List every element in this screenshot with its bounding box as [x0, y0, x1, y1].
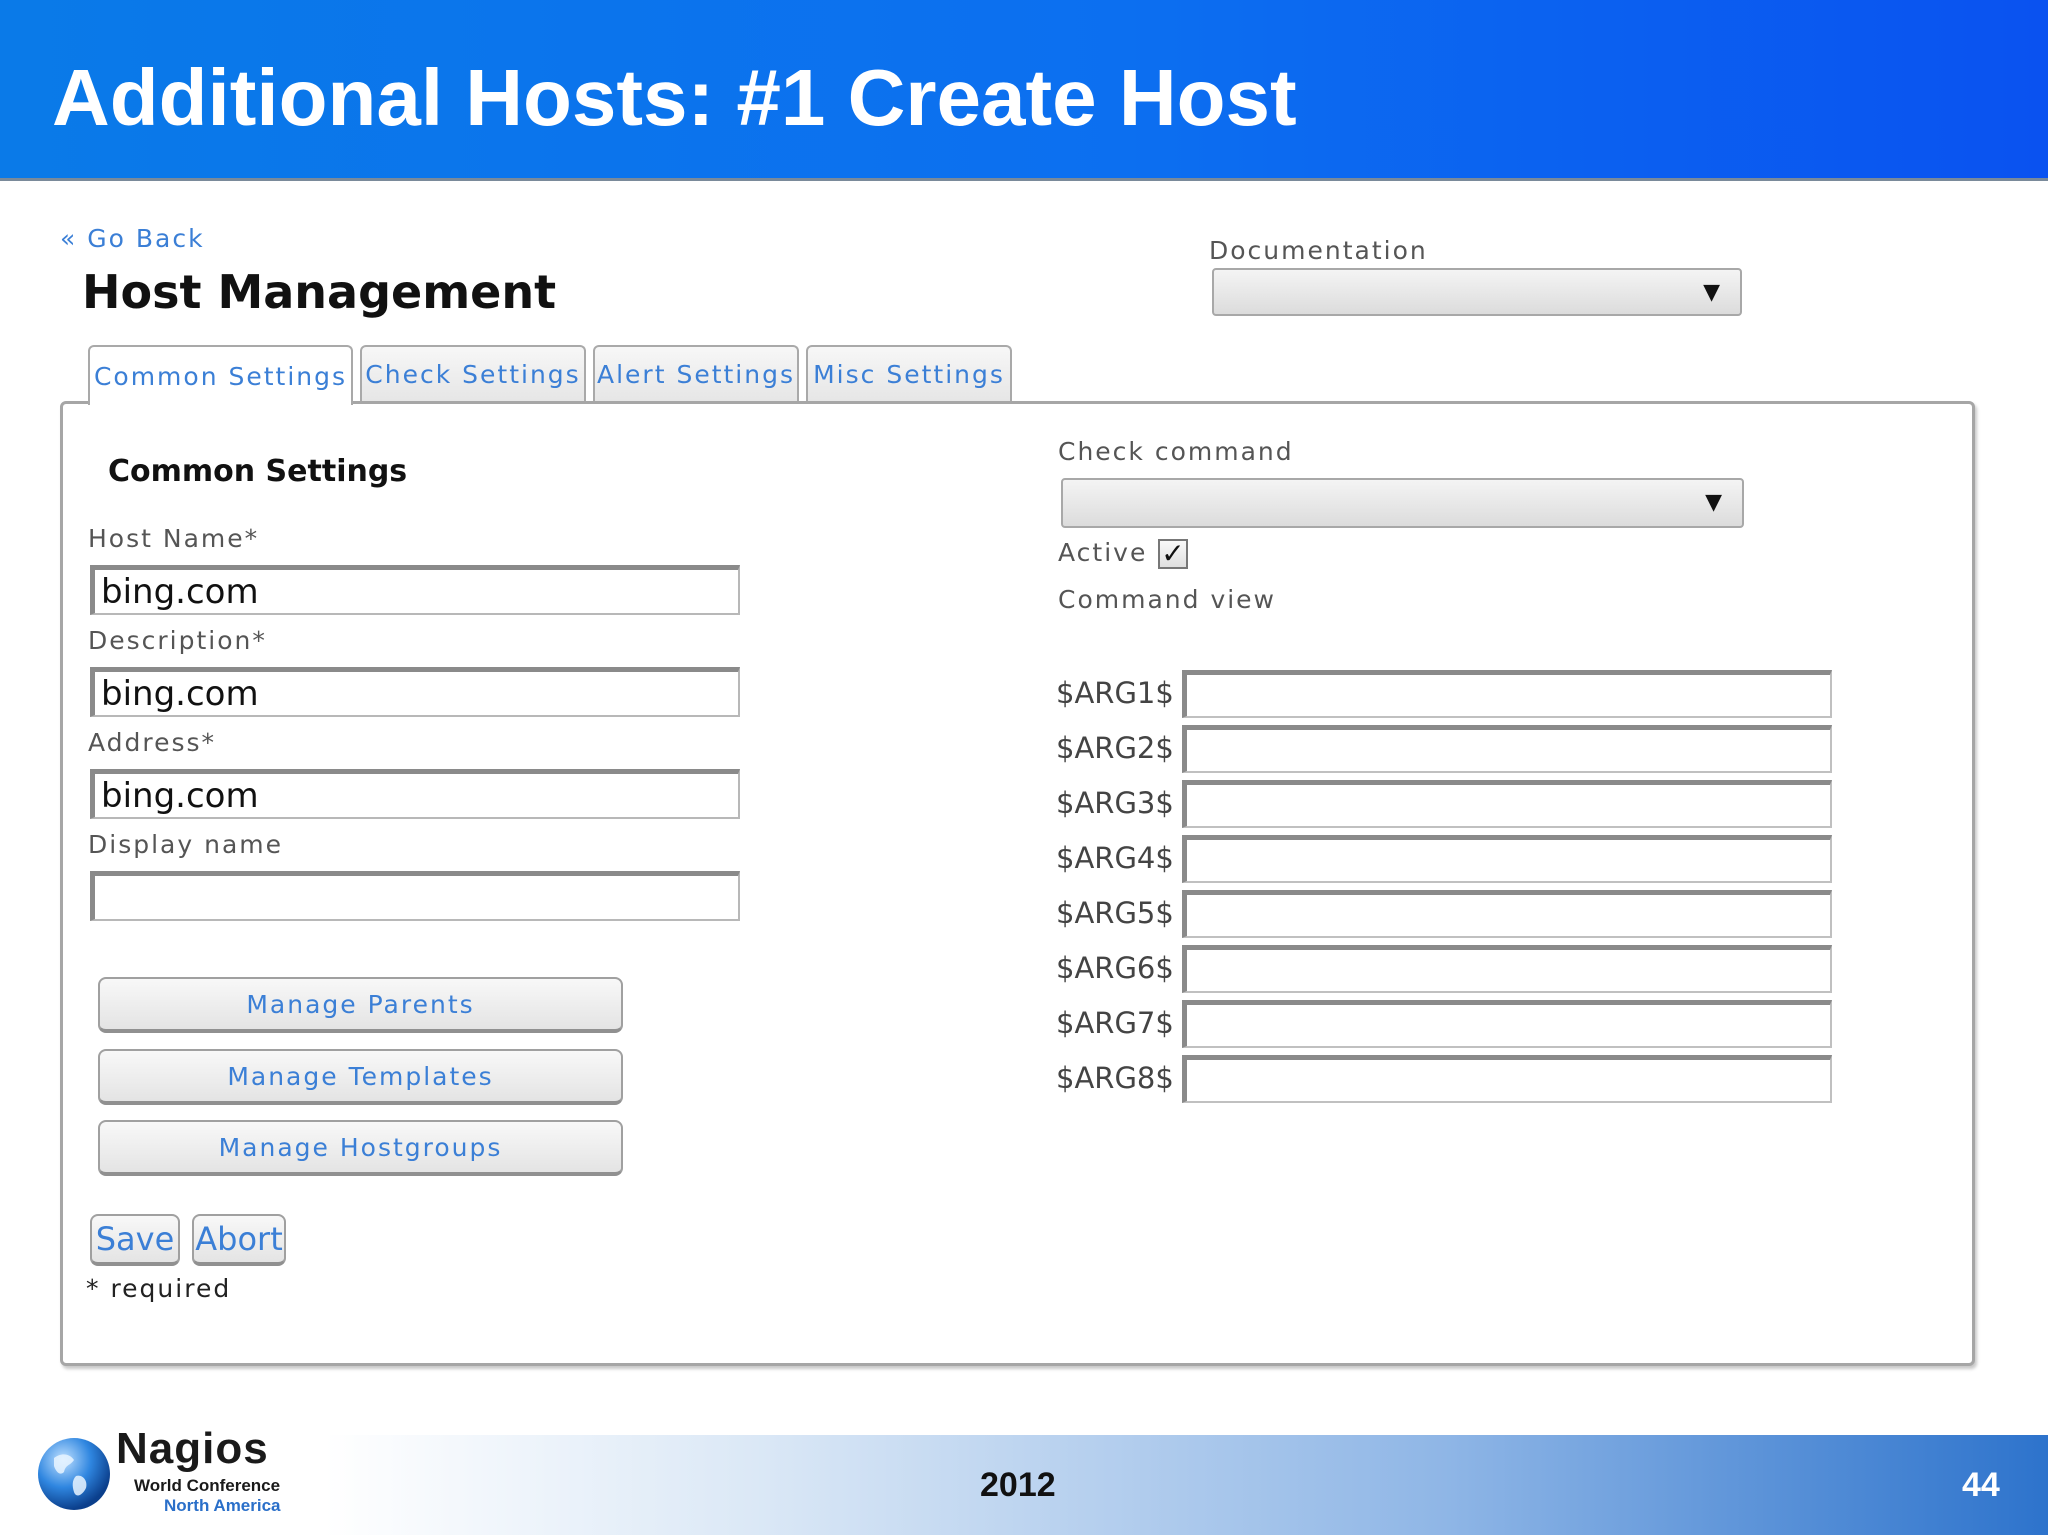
tab-label: Check Settings	[365, 359, 581, 389]
description-input[interactable]	[90, 667, 740, 717]
arg7-label: $ARG7$	[1056, 1006, 1174, 1040]
slide-header: Additional Hosts: #1 Create Host	[0, 0, 2048, 181]
arg2-label: $ARG2$	[1056, 731, 1174, 765]
footer-year: 2012	[980, 1466, 1056, 1504]
display-name-label: Display name	[88, 830, 283, 859]
address-label: Address*	[88, 728, 217, 757]
arg6-label: $ARG6$	[1056, 951, 1174, 985]
save-button[interactable]: Save	[90, 1214, 180, 1266]
globe-icon	[38, 1438, 110, 1510]
tab-misc-settings[interactable]: Misc Settings	[806, 345, 1012, 401]
host-name-label: Host Name*	[88, 524, 260, 553]
arg1-label: $ARG1$	[1056, 676, 1174, 710]
caret-down-icon: ▼	[1703, 280, 1720, 305]
go-back-link[interactable]: « Go Back	[60, 224, 205, 253]
tab-label: Common Settings	[93, 361, 348, 391]
footer-band	[325, 1435, 2048, 1535]
arg3-label: $ARG3$	[1056, 786, 1174, 820]
arg5-input[interactable]	[1182, 890, 1832, 938]
tab-label: Alert Settings	[597, 359, 795, 389]
arg1-input[interactable]	[1182, 670, 1832, 718]
logo-conference: World Conference	[134, 1476, 281, 1495]
active-checkbox[interactable]: ✓	[1158, 539, 1188, 569]
page-heading: Host Management	[82, 265, 557, 319]
documentation-select[interactable]: ▼	[1212, 268, 1742, 316]
arg8-input[interactable]	[1182, 1055, 1832, 1103]
caret-down-icon: ▼	[1705, 490, 1722, 515]
logo-region: North America	[164, 1496, 281, 1515]
tab-label: Misc Settings	[813, 359, 1005, 389]
active-label: Active	[1058, 538, 1148, 567]
host-name-input[interactable]	[90, 565, 740, 615]
slide-title: Additional Hosts: #1 Create Host	[52, 53, 1297, 142]
section-title: Common Settings	[108, 454, 408, 489]
arg5-label: $ARG5$	[1056, 896, 1174, 930]
display-name-input[interactable]	[90, 871, 740, 921]
address-input[interactable]	[90, 769, 740, 819]
arg4-input[interactable]	[1182, 835, 1832, 883]
abort-button[interactable]: Abort	[192, 1214, 286, 1266]
page-number: 44	[1962, 1466, 2000, 1504]
command-view-label: Command view	[1058, 585, 1277, 614]
tab-alert-settings[interactable]: Alert Settings	[593, 345, 799, 401]
tab-check-settings[interactable]: Check Settings	[360, 345, 586, 401]
documentation-label: Documentation	[1209, 236, 1428, 265]
arg6-input[interactable]	[1182, 945, 1832, 993]
manage-hostgroups-button[interactable]: Manage Hostgroups	[98, 1120, 623, 1176]
check-command-select[interactable]: ▼	[1061, 478, 1744, 528]
arg3-input[interactable]	[1182, 780, 1832, 828]
arg7-input[interactable]	[1182, 1000, 1832, 1048]
description-label: Description*	[88, 626, 267, 655]
required-note: * required	[86, 1274, 232, 1303]
tab-common-settings[interactable]: Common Settings	[88, 345, 353, 405]
arg4-label: $ARG4$	[1056, 841, 1174, 875]
check-mark-icon: ✓	[1161, 537, 1185, 570]
manage-templates-button[interactable]: Manage Templates	[98, 1049, 623, 1105]
manage-parents-button[interactable]: Manage Parents	[98, 977, 623, 1033]
check-command-label: Check command	[1058, 437, 1294, 466]
arg8-label: $ARG8$	[1056, 1061, 1174, 1095]
logo-name: Nagios	[116, 1424, 269, 1473]
arg2-input[interactable]	[1182, 725, 1832, 773]
